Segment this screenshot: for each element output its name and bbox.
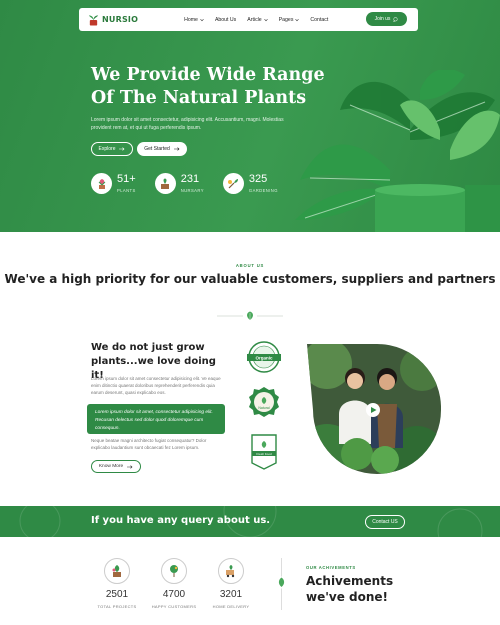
hero-stats: 51+ PLANTS 231 NURSARY 325 GARDENING <box>91 173 278 194</box>
menu-item-label: About Us <box>214 16 237 23</box>
menu-item-about[interactable]: About Us <box>215 17 236 23</box>
menu-item-label: Pages <box>278 16 294 23</box>
leaf-divider-icon <box>217 311 283 320</box>
chevron-down-icon <box>263 18 268 21</box>
chevron-down-icon <box>295 18 300 21</box>
gardeners-photo <box>307 344 441 475</box>
top-nav: NURSIO Home About Us Article Pages Conta… <box>79 8 418 31</box>
join-us-label: Join us <box>374 16 391 22</box>
delivery-icon <box>218 558 244 584</box>
gardening-icon <box>222 173 244 194</box>
arrow-right-icon <box>127 464 133 469</box>
organic-badge-icon: Organic <box>247 341 281 373</box>
hero-section: NURSIO Home About Us Article Pages Conta… <box>0 0 500 232</box>
know-more-button[interactable]: Know More <box>91 460 141 473</box>
about-title: We've a high priority for our valuable c… <box>4 272 496 286</box>
quality-badges: Organic Natural Fresh Food <box>247 341 281 470</box>
counters: 2501 TOTAL PROJECTS 4700 HAPPY CUSTOMERS… <box>97 558 250 609</box>
counter-number: 2501 <box>105 589 129 600</box>
counter-number: 4700 <box>162 589 186 600</box>
arrow-right-icon <box>119 147 125 151</box>
menu-item-label: Contact <box>310 16 329 23</box>
stat-plants: 51+ PLANTS <box>91 173 136 194</box>
query-text: If you have any query about us. <box>91 515 271 526</box>
about-callout: Lorem ipsum dolor sit amet, consectetur … <box>87 404 225 434</box>
nursery-icon <box>154 173 176 194</box>
hero-plants-illustration <box>295 70 500 232</box>
counter-label: HAPPY CUSTOMERS <box>151 604 197 609</box>
stat-nursary: 231 NURSARY <box>154 173 204 194</box>
natural-badge-text: Natural <box>258 406 270 410</box>
fresh-food-badge-icon: Fresh Food <box>251 434 277 470</box>
contact-us-button[interactable]: Contact US <box>365 515 405 529</box>
join-us-button[interactable]: Join us <box>366 12 407 26</box>
counter-label: TOTAL PROJECTS <box>97 604 137 609</box>
stat-number: 325 <box>248 173 268 185</box>
arrow-right-icon <box>173 147 180 151</box>
counter-customers: 4700 HAPPY CUSTOMERS <box>152 558 196 609</box>
menu-item-label: Home <box>184 16 198 23</box>
projects-icon <box>104 558 130 584</box>
about-paragraph-1: Lorem ipsum dolor sit amet consectetur a… <box>91 376 221 395</box>
stat-label: PLANTS <box>117 188 136 193</box>
counter-projects: 2501 TOTAL PROJECTS <box>97 558 137 609</box>
menu-item-home[interactable]: Home <box>184 17 204 23</box>
stat-label: GARDENING <box>248 188 278 193</box>
achievements-kicker: OUR ACHIVEMENTS <box>306 565 356 570</box>
organic-badge-text: Organic <box>255 355 273 360</box>
leaf-icon <box>275 576 288 589</box>
menu-item-contact[interactable]: Contact <box>310 17 328 23</box>
customers-icon <box>161 558 187 584</box>
chat-icon <box>393 16 398 22</box>
menu-item-article[interactable]: Article <box>247 16 268 23</box>
logo-plant-icon <box>88 14 99 25</box>
menu-item-label: Article <box>247 16 262 23</box>
menu-item-pages[interactable]: Pages <box>279 17 300 23</box>
chevron-down-icon <box>200 18 204 21</box>
stat-gardening: 325 GARDENING <box>222 173 278 194</box>
logo-text: NURSIO <box>102 15 139 24</box>
explore-label: Explore <box>98 146 116 152</box>
about-kicker: ABOUT US <box>235 263 265 268</box>
know-more-label: Know More <box>98 464 124 469</box>
natural-badge-icon: Natural <box>249 387 279 417</box>
explore-button[interactable]: Explore <box>91 142 133 156</box>
stat-number: 231 <box>180 173 200 185</box>
counter-number: 3201 <box>219 589 243 600</box>
counter-delivery: 3201 HOME DELIVERY <box>212 558 250 609</box>
achievements-title: Achivements we've done! <box>306 574 394 604</box>
get-started-label: Get Started <box>144 146 170 152</box>
stat-number: 51+ <box>117 173 136 185</box>
counter-label: HOME DELIVERY <box>212 604 250 609</box>
plants-icon <box>91 173 112 194</box>
about-paragraph-2: Neque beatae magni architecto fugiat con… <box>91 438 207 450</box>
fresh-food-badge-text: Fresh Food <box>256 452 272 456</box>
get-started-button[interactable]: Get Started <box>137 142 187 156</box>
logo[interactable]: NURSIO <box>88 14 138 26</box>
hero-description: Lorem ipsum dolor sit amet consectetur, … <box>91 117 284 131</box>
main-menu: Home About Us Article Pages Contact <box>184 17 328 23</box>
stat-label: NURSARY <box>180 188 204 193</box>
